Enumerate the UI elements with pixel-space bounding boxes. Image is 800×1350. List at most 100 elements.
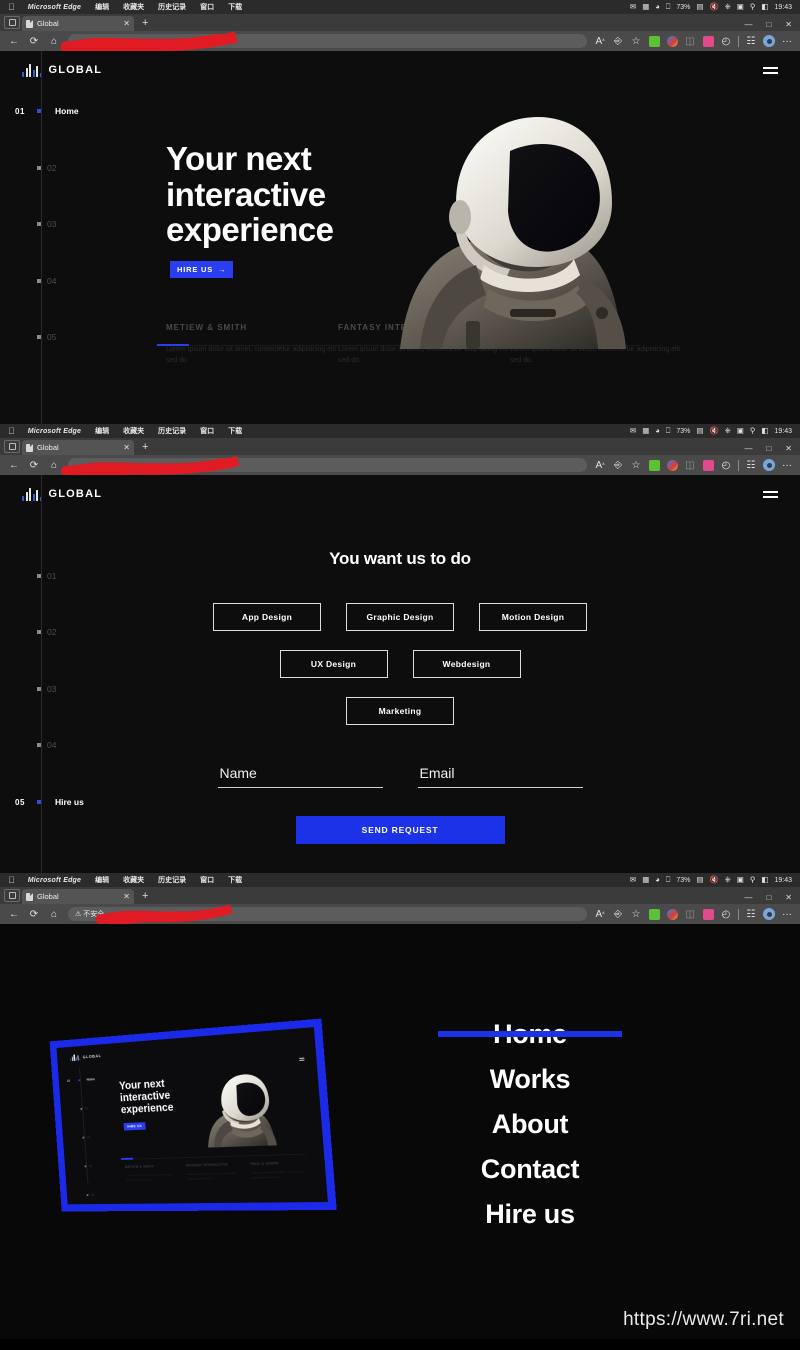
split-screen-icon[interactable]: ◫ [681, 457, 699, 473]
minimize-icon[interactable]: — [744, 21, 752, 29]
close-window-icon[interactable]: ✕ [785, 445, 792, 453]
new-tab-button[interactable]: + [142, 891, 148, 902]
search-icon[interactable]: ⚲ [750, 427, 756, 435]
home-icon[interactable]: ⌂ [44, 33, 64, 49]
eject-icon[interactable]: ⎈ [725, 876, 731, 884]
project-card[interactable]: METIEW & SMITH Lorem ipsum dolor sit ame… [166, 323, 338, 366]
name-input[interactable] [217, 765, 383, 788]
eject-icon[interactable]: ⎈ [725, 3, 731, 11]
send-request-button[interactable]: SEND REQUEST [295, 816, 505, 844]
maximize-icon[interactable]: □ [766, 445, 771, 453]
more-settings-icon[interactable]: ··· [778, 33, 796, 49]
favorite-star-icon[interactable]: ☆ [627, 906, 645, 922]
menubar-item-favorites[interactable]: 收藏夹 [116, 875, 151, 885]
hamburger-menu-icon[interactable] [763, 490, 778, 498]
menubar-item-edit[interactable]: 编辑 [88, 2, 116, 12]
collections-icon[interactable]: ☷ [742, 457, 760, 473]
menubar-item-edit[interactable]: 编辑 [88, 426, 116, 436]
brand-logo-2[interactable]: GLOBAL [22, 487, 102, 501]
translate-icon[interactable]: ⎆ [609, 906, 627, 922]
menubar-item-history[interactable]: 历史记录 [151, 2, 193, 12]
battery-icon[interactable]: ▦ [642, 3, 649, 11]
collections-icon[interactable]: ☷ [742, 906, 760, 922]
menubar-item-window[interactable]: 窗口 [193, 2, 221, 12]
home-icon[interactable]: ⌂ [44, 906, 64, 922]
apple-logo-icon[interactable]:  [8, 2, 15, 12]
back-icon[interactable]: ← [4, 906, 24, 922]
new-tab-button[interactable]: + [142, 18, 148, 29]
search-icon[interactable]: ⚲ [750, 876, 756, 884]
address-bar-1[interactable] [68, 34, 587, 48]
battery-icon[interactable]: ▦ [642, 427, 649, 435]
read-aloud-icon[interactable]: Aᴬ [591, 457, 609, 473]
close-icon[interactable]: ✕ [123, 892, 130, 901]
control-center-icon[interactable]: ◧ [761, 427, 768, 435]
bluetooth-icon[interactable]: ✉ [630, 427, 636, 435]
menu-link-hire-us[interactable]: Hire us [420, 1192, 640, 1237]
service-option-motion-design[interactable]: Motion Design [479, 603, 587, 631]
downloads-icon[interactable] [699, 33, 717, 49]
refresh-icon[interactable]: ⟳ [24, 906, 44, 922]
tab-overview-icon[interactable] [4, 440, 20, 453]
menubar-item-favorites[interactable]: 收藏夹 [116, 2, 151, 12]
email-input[interactable] [417, 765, 583, 788]
menubar-item-app[interactable]: Microsoft Edge [21, 4, 88, 11]
close-icon[interactable]: ✕ [123, 19, 130, 28]
browser-essentials-icon[interactable] [663, 33, 681, 49]
more-settings-icon[interactable]: ··· [778, 457, 796, 473]
address-bar-3[interactable]: ⚠ 不安全 [68, 907, 587, 921]
service-option-app-design[interactable]: App Design [213, 603, 321, 631]
collections-icon[interactable]: ☷ [742, 33, 760, 49]
menu-link-contact[interactable]: Contact [420, 1147, 640, 1192]
menubar-item-edit[interactable]: 编辑 [88, 875, 116, 885]
eject-icon[interactable]: ⎈ [725, 427, 731, 435]
browser-tab-global-1[interactable]: Global ✕ [22, 16, 134, 31]
minimize-icon[interactable]: — [744, 894, 752, 902]
history-icon[interactable]: ◴ [717, 33, 735, 49]
display-icon[interactable]: ⎕ [666, 3, 671, 11]
refresh-icon[interactable]: ⟳ [24, 33, 44, 49]
menubar-item-downloads[interactable]: 下载 [221, 2, 249, 12]
profile-avatar-icon[interactable] [760, 33, 778, 49]
history-icon[interactable]: ◴ [717, 906, 735, 922]
home-icon[interactable]: ⌂ [44, 457, 64, 473]
screenshot-icon[interactable]: ▣ [737, 3, 744, 11]
wifi-icon[interactable]: ◕ [655, 876, 660, 884]
menubar-item-downloads[interactable]: 下载 [221, 875, 249, 885]
display-icon[interactable]: ⎕ [666, 427, 671, 435]
service-option-graphic-design[interactable]: Graphic Design [346, 603, 454, 631]
profile-avatar-icon[interactable] [760, 457, 778, 473]
menu-link-home[interactable]: Home [420, 1012, 640, 1057]
battery-icon[interactable]: ▦ [642, 876, 649, 884]
favorite-star-icon[interactable]: ☆ [627, 33, 645, 49]
browser-tab-global-3[interactable]: Global ✕ [22, 889, 134, 904]
close-icon[interactable]: ✕ [123, 443, 130, 452]
tab-overview-icon[interactable] [4, 889, 20, 902]
split-screen-icon[interactable]: ◫ [681, 33, 699, 49]
menu-link-works[interactable]: Works [420, 1057, 640, 1102]
downloads-icon[interactable] [699, 457, 717, 473]
favorite-star-icon[interactable]: ☆ [627, 457, 645, 473]
close-window-icon[interactable]: ✕ [785, 894, 792, 902]
service-option-marketing[interactable]: Marketing [346, 697, 454, 725]
hire-us-button[interactable]: HIRE US → [170, 261, 234, 278]
menubar-item-history[interactable]: 历史记录 [151, 426, 193, 436]
menubar-item-window[interactable]: 窗口 [193, 875, 221, 885]
search-icon[interactable]: ⚲ [750, 3, 756, 11]
browser-essentials-icon[interactable] [663, 906, 681, 922]
new-tab-button[interactable]: + [142, 442, 148, 453]
browser-tab-global-2[interactable]: Global ✕ [22, 440, 134, 455]
close-window-icon[interactable]: ✕ [785, 21, 792, 29]
refresh-icon[interactable]: ⟳ [24, 457, 44, 473]
wifi-icon[interactable]: ◕ [655, 427, 660, 435]
read-aloud-icon[interactable]: Aᴬ [591, 906, 609, 922]
menubar-item-downloads[interactable]: 下载 [221, 426, 249, 436]
split-screen-icon[interactable]: ◫ [681, 906, 699, 922]
screenshot-icon[interactable]: ▣ [737, 427, 744, 435]
menubar-item-favorites[interactable]: 收藏夹 [116, 426, 151, 436]
back-icon[interactable]: ← [4, 33, 24, 49]
mute-icon[interactable]: 🔇 [709, 876, 718, 884]
apple-logo-icon[interactable]:  [8, 875, 15, 885]
control-center-icon[interactable]: ◧ [761, 876, 768, 884]
menu-link-about[interactable]: About [420, 1102, 640, 1147]
